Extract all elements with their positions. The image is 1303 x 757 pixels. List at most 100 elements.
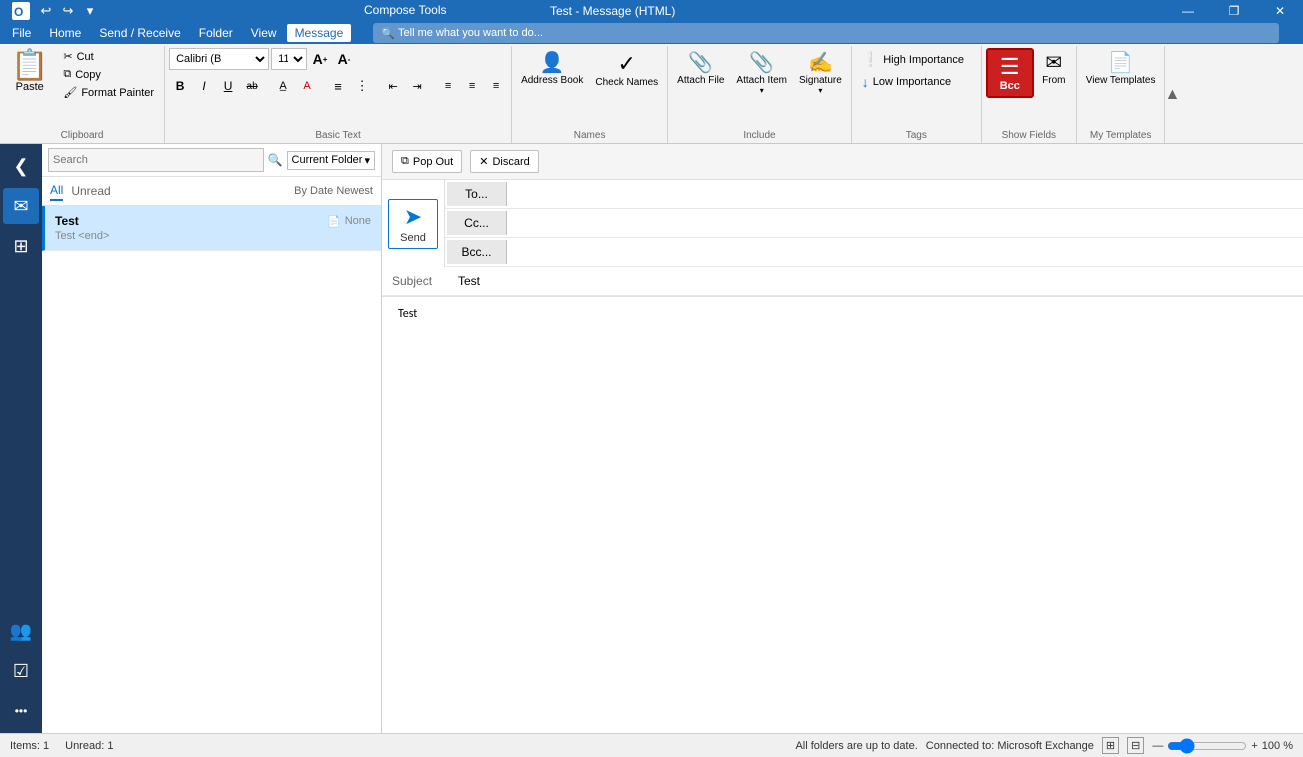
menu-view[interactable]: View	[243, 24, 285, 42]
nav-tasks-button[interactable]: ☑	[3, 653, 39, 689]
tell-me-search[interactable]: 🔍 Tell me what you want to do...	[373, 23, 1279, 43]
tags-group-label: Tags	[858, 126, 975, 141]
bcc-label: Bcc	[1000, 80, 1020, 92]
send-icon: ➤	[404, 204, 422, 230]
bcc-button[interactable]: ☰ Bcc	[986, 48, 1034, 98]
names-group: 👤 Address Book ✓ Check Names Names	[512, 46, 668, 143]
italic-button[interactable]: I	[193, 75, 215, 97]
tell-me-placeholder: Tell me what you want to do...	[398, 27, 543, 39]
tags-group: ❕ High Importance ↓ Low Importance Tags	[852, 46, 982, 143]
minimize-button[interactable]: —	[1165, 0, 1211, 22]
mail-item-preview: Test <end>	[55, 230, 371, 242]
clipboard-sub-buttons: ✂ Cut ⧉ Copy 🖌 Format Painter	[57, 48, 160, 128]
increase-indent-button[interactable]: ⇥	[406, 75, 428, 97]
nav-mail-button[interactable]: ✉	[3, 188, 39, 224]
show-fields-group-label: Show Fields	[986, 128, 1072, 141]
strikethrough-button[interactable]: ab	[241, 75, 263, 97]
view-toggle-normal[interactable]: ⊞	[1102, 737, 1119, 754]
check-names-button[interactable]: ✓ Check Names	[590, 48, 663, 91]
mail-item-date: 📄 None	[327, 215, 371, 228]
cc-button[interactable]: Cc...	[447, 211, 507, 235]
send-button[interactable]: ➤ Send	[388, 199, 438, 249]
menu-folder[interactable]: Folder	[191, 24, 241, 42]
address-book-icon: 👤	[540, 53, 565, 73]
qs-dropdown-button[interactable]: ▾	[80, 1, 100, 21]
nav-calendar-button[interactable]: ⊞	[3, 228, 39, 264]
sort-order-label: Newest	[336, 185, 373, 197]
search-scope-dropdown[interactable]: Current Folder ▾	[287, 151, 375, 170]
mail-item[interactable]: Test 📄 None Test <end>	[42, 206, 381, 251]
copy-button[interactable]: ⧉ Copy	[57, 66, 160, 83]
highlight-button[interactable]: A̲	[272, 75, 294, 97]
filter-all-tab[interactable]: All	[50, 181, 63, 201]
cc-input[interactable]	[509, 209, 1303, 237]
ribbon-collapse-button[interactable]: ▲	[1165, 46, 1179, 143]
zoom-slider[interactable]	[1167, 740, 1247, 752]
check-names-label: Check Names	[595, 77, 658, 88]
to-button[interactable]: To...	[447, 182, 507, 206]
signature-button[interactable]: ✍ Signature ▾	[794, 48, 847, 98]
align-left-button[interactable]: ≡	[437, 75, 459, 97]
align-center-button[interactable]: ≡	[461, 75, 483, 97]
to-input[interactable]	[509, 180, 1303, 208]
underline-button[interactable]: U	[217, 75, 239, 97]
menu-send-receive[interactable]: Send / Receive	[91, 24, 188, 42]
compose-body[interactable]: Test	[382, 297, 1303, 733]
discard-button[interactable]: ✕ Discard	[470, 150, 539, 173]
close-button[interactable]: ✕	[1257, 0, 1303, 22]
view-templates-icon: 📄	[1108, 53, 1133, 73]
address-book-button[interactable]: 👤 Address Book	[516, 48, 588, 89]
nav-contacts-button[interactable]: 👥	[3, 613, 39, 649]
copy-icon: ⧉	[63, 68, 71, 81]
increase-font-button[interactable]: A+	[309, 48, 331, 70]
low-importance-button[interactable]: ↓ Low Importance	[858, 71, 975, 93]
paste-icon: 📋	[11, 51, 48, 81]
redo-button[interactable]: ↪	[58, 1, 78, 21]
attach-file-icon: 📎	[688, 53, 713, 73]
check-names-icon: ✓	[618, 53, 636, 75]
nav-more-button[interactable]: •••	[3, 693, 39, 729]
format-painter-label: Format Painter	[81, 87, 154, 99]
menu-file[interactable]: File	[4, 24, 39, 42]
filter-sort-button[interactable]: By Date Newest	[294, 185, 373, 197]
status-bar: Items: 1 Unread: 1 All folders are up to…	[0, 733, 1303, 757]
bcc-field-button[interactable]: Bcc...	[447, 240, 507, 264]
high-importance-button[interactable]: ❕ High Importance	[858, 48, 975, 71]
bullets-button[interactable]: ≡	[327, 75, 349, 97]
undo-button[interactable]: ↩	[36, 1, 56, 21]
nav-collapse-button[interactable]: ❮	[3, 148, 39, 184]
align-right-button[interactable]: ≡	[485, 75, 507, 97]
font-family-select[interactable]: Calibri (B	[169, 48, 269, 70]
subject-input[interactable]	[452, 267, 1303, 295]
cut-icon: ✂	[63, 50, 72, 63]
folder-search-input[interactable]	[48, 148, 264, 172]
view-templates-button[interactable]: 📄 View Templates	[1081, 48, 1161, 89]
view-toggle-compact[interactable]: ⊟	[1127, 737, 1144, 754]
subject-field-row: Subject	[382, 267, 1303, 296]
bold-button[interactable]: B	[169, 75, 191, 97]
paste-button[interactable]: 📋 Paste	[4, 48, 55, 128]
filter-unread-tab[interactable]: Unread	[71, 182, 110, 200]
discard-label: Discard	[492, 156, 529, 168]
menu-home[interactable]: Home	[41, 24, 89, 42]
font-size-select[interactable]: 11	[271, 48, 307, 70]
signature-icon: ✍	[808, 53, 833, 73]
basic-text-group: Calibri (B 11 A+ A- B I U ab A̲ A ≡ ⋮	[165, 46, 512, 143]
attach-item-button[interactable]: 📎 Attach Item ▾	[731, 48, 792, 98]
font-color-button[interactable]: A	[296, 75, 318, 97]
format-painter-button[interactable]: 🖌 Format Painter	[57, 84, 160, 101]
decrease-font-button[interactable]: A-	[333, 48, 355, 70]
zoom-min-button[interactable]: —	[1152, 740, 1163, 752]
cut-button[interactable]: ✂ Cut	[57, 48, 160, 65]
compose-area: ⧉ Pop Out ✕ Discard ➤ Send To	[382, 144, 1303, 733]
bcc-input[interactable]	[509, 238, 1303, 266]
low-importance-label: Low Importance	[873, 76, 951, 88]
decrease-indent-button[interactable]: ⇤	[382, 75, 404, 97]
attach-file-button[interactable]: 📎 Attach File	[672, 48, 729, 89]
menu-message[interactable]: Message	[287, 24, 352, 42]
restore-button[interactable]: ❐	[1211, 0, 1257, 22]
pop-out-button[interactable]: ⧉ Pop Out	[392, 150, 462, 173]
from-button[interactable]: ✉ From	[1036, 48, 1072, 89]
zoom-plus-button[interactable]: +	[1251, 740, 1257, 752]
numbering-button[interactable]: ⋮	[351, 75, 373, 97]
